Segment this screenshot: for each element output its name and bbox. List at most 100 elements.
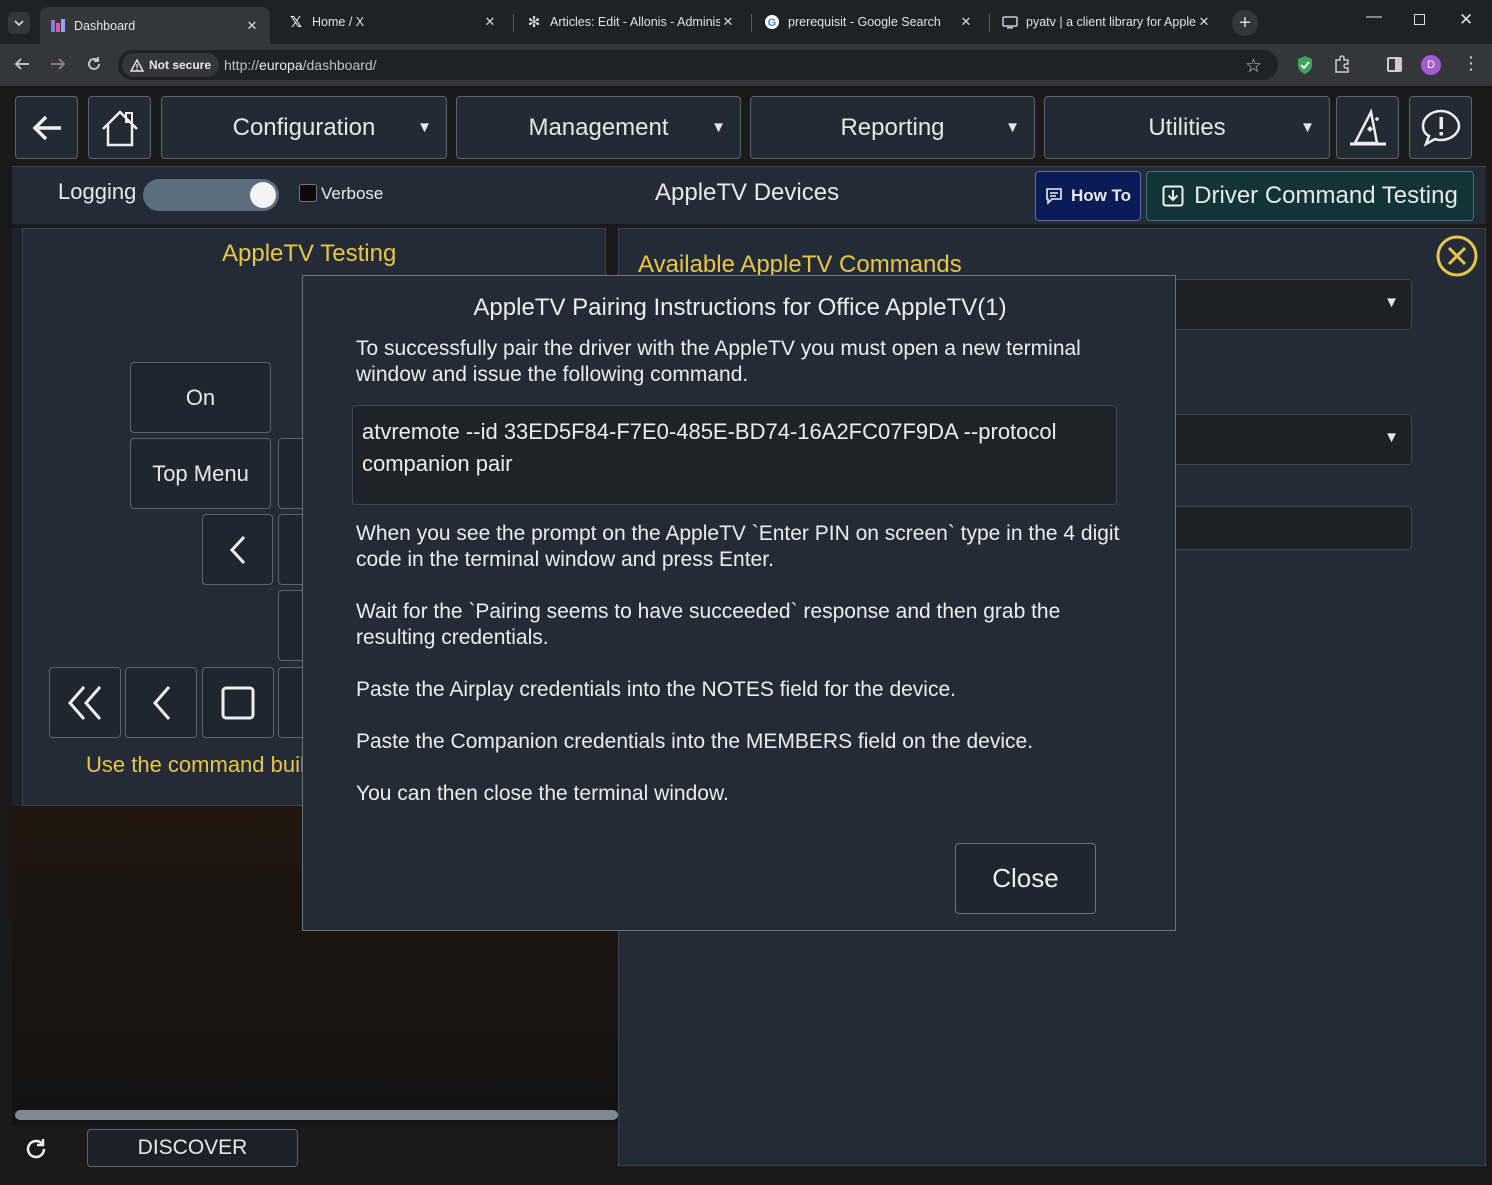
new-tab-button[interactable]: + bbox=[1232, 10, 1258, 36]
home-icon bbox=[99, 108, 141, 148]
nav-back-button[interactable] bbox=[15, 96, 78, 159]
url-scheme: http:// bbox=[224, 57, 260, 73]
menu-configuration[interactable]: Configuration ▼ bbox=[161, 96, 447, 159]
how-to-button[interactable]: How To bbox=[1035, 171, 1141, 221]
back-arrow-icon bbox=[31, 114, 63, 142]
tab-home-x[interactable]: 𝕏 Home / X ✕ bbox=[278, 7, 508, 37]
verbose-label: Verbose bbox=[321, 184, 384, 203]
close-tab-icon[interactable]: ✕ bbox=[958, 14, 974, 30]
url-host: europa bbox=[259, 57, 303, 73]
bookmark-star-icon[interactable]: ☆ bbox=[1245, 55, 1262, 78]
verbose-checkbox[interactable] bbox=[299, 184, 317, 202]
close-circle-icon bbox=[1436, 235, 1478, 277]
caret-down-icon: ▼ bbox=[1300, 119, 1315, 136]
security-chip[interactable]: Not secure bbox=[122, 53, 220, 77]
on-button[interactable]: On bbox=[130, 362, 271, 433]
command-select[interactable]: ▼ bbox=[1170, 279, 1412, 330]
top-menu-button[interactable]: Top Menu bbox=[130, 438, 271, 509]
driver-command-testing-label: Driver Command Testing bbox=[1194, 182, 1458, 209]
step-wait-text: Wait for the `Pairing seems to have succ… bbox=[356, 600, 1061, 649]
menu-label: Management bbox=[528, 113, 669, 141]
close-tab-icon[interactable]: ✕ bbox=[1196, 14, 1212, 30]
url-path: /dashboard/ bbox=[302, 57, 377, 73]
tab-search-button[interactable] bbox=[8, 12, 30, 34]
double-chevron-left-icon bbox=[64, 683, 106, 723]
previous-button[interactable] bbox=[125, 667, 197, 738]
device-list-edge bbox=[12, 228, 22, 806]
close-tab-icon[interactable]: ✕ bbox=[720, 14, 736, 30]
caret-down-icon: ▼ bbox=[711, 119, 726, 136]
step-pin-text: When you see the prompt on the AppleTV `… bbox=[356, 522, 1120, 571]
warning-triangle-icon bbox=[130, 58, 144, 72]
tab-articles-edit[interactable]: ✻ Articles: Edit - Allonis - Adminis ✕ bbox=[516, 7, 746, 37]
close-window-icon[interactable]: ✕ bbox=[1459, 10, 1473, 30]
skip-back-button[interactable] bbox=[49, 667, 121, 738]
download-box-icon bbox=[1162, 185, 1184, 207]
tab-separator bbox=[751, 14, 752, 32]
horizontal-scrollbar[interactable] bbox=[15, 1110, 618, 1120]
profile-avatar[interactable]: D bbox=[1421, 55, 1441, 75]
reload-icon[interactable] bbox=[85, 55, 103, 73]
page-title: AppleTV Devices bbox=[655, 179, 840, 206]
nav-home-button[interactable] bbox=[88, 96, 151, 159]
value-input[interactable] bbox=[1170, 506, 1412, 550]
tab-title: prerequisit - Google Search bbox=[788, 15, 941, 29]
close-tab-icon[interactable]: ✕ bbox=[244, 18, 260, 34]
shield-extension-icon[interactable] bbox=[1296, 55, 1314, 75]
caret-down-icon: ▼ bbox=[417, 119, 432, 136]
menu-label: Configuration bbox=[232, 113, 376, 141]
maximize-window-icon[interactable] bbox=[1414, 14, 1425, 25]
alert-speech-icon bbox=[1420, 108, 1462, 148]
dashboard-favicon-icon bbox=[50, 18, 66, 34]
browser-menu-icon[interactable]: ⋮ bbox=[1462, 54, 1480, 72]
alert-button[interactable] bbox=[1409, 96, 1472, 159]
left-button[interactable] bbox=[202, 514, 273, 585]
dialog-title: AppleTV Pairing Instructions for Office … bbox=[473, 294, 1007, 321]
menu-label: Reporting bbox=[840, 113, 945, 141]
profile-initial: D bbox=[1427, 59, 1435, 71]
pyatv-favicon-icon bbox=[1002, 14, 1018, 30]
tab-title: Articles: Edit - Allonis - Adminis bbox=[550, 15, 720, 29]
caret-down-icon: ▼ bbox=[1384, 294, 1399, 311]
command-textbox[interactable]: atvremote --id 33ED5F84-F7E0-485E-BD74-1… bbox=[352, 405, 1117, 505]
menu-label: Utilities bbox=[1148, 113, 1226, 141]
driver-command-testing-button[interactable]: Driver Command Testing bbox=[1146, 171, 1474, 221]
side-panel-icon[interactable] bbox=[1387, 57, 1402, 72]
tab-dashboard[interactable]: Dashboard ✕ bbox=[40, 7, 270, 44]
back-arrow-icon[interactable] bbox=[13, 55, 31, 73]
parameter-select[interactable]: ▼ bbox=[1170, 414, 1412, 465]
tab-pyatv[interactable]: pyatv | a client library for Apple ✕ bbox=[992, 7, 1222, 37]
refresh-icon[interactable] bbox=[24, 1137, 48, 1161]
stop-square-icon bbox=[220, 685, 256, 721]
tab-title: Dashboard bbox=[74, 18, 136, 33]
logging-label: Logging bbox=[58, 179, 137, 204]
stop-button[interactable] bbox=[202, 667, 274, 738]
menu-reporting[interactable]: Reporting ▼ bbox=[750, 96, 1035, 159]
close-tab-icon[interactable]: ✕ bbox=[482, 14, 498, 30]
intro-text: To successfully pair the driver with the… bbox=[356, 337, 1081, 386]
forward-arrow-icon[interactable] bbox=[49, 55, 67, 73]
discover-button[interactable]: DISCOVER bbox=[87, 1129, 298, 1167]
svg-text:G: G bbox=[768, 17, 777, 29]
url-text[interactable]: http://europa/dashboard/ bbox=[224, 57, 377, 73]
close-button[interactable]: Close bbox=[955, 843, 1096, 914]
logging-toggle[interactable] bbox=[143, 179, 279, 211]
tab-title: pyatv | a client library for Apple bbox=[1026, 15, 1196, 29]
chat-icon bbox=[1045, 187, 1063, 205]
google-favicon-icon: G bbox=[764, 14, 780, 30]
caret-down-icon: ▼ bbox=[1005, 119, 1020, 136]
menu-management[interactable]: Management ▼ bbox=[456, 96, 741, 159]
menu-utilities[interactable]: Utilities ▼ bbox=[1044, 96, 1330, 159]
wizard-button[interactable] bbox=[1336, 96, 1399, 159]
security-label: Not secure bbox=[149, 58, 212, 72]
caret-down-icon: ▼ bbox=[1384, 429, 1399, 446]
tab-google-search[interactable]: G prerequisit - Google Search ✕ bbox=[754, 7, 984, 37]
testing-panel-title: AppleTV Testing bbox=[222, 240, 397, 267]
close-panel-button[interactable] bbox=[1436, 235, 1478, 277]
minimize-window-icon[interactable]: — bbox=[1366, 8, 1382, 26]
step-companion-text: Paste the Companion credentials into the… bbox=[356, 730, 1034, 753]
pairing-instructions-dialog: AppleTV Pairing Instructions for Office … bbox=[302, 275, 1176, 931]
command-builder-hint: Use the command buil bbox=[86, 752, 305, 777]
extensions-puzzle-icon[interactable] bbox=[1333, 55, 1351, 73]
step-close-text: You can then close the terminal window. bbox=[356, 782, 729, 805]
